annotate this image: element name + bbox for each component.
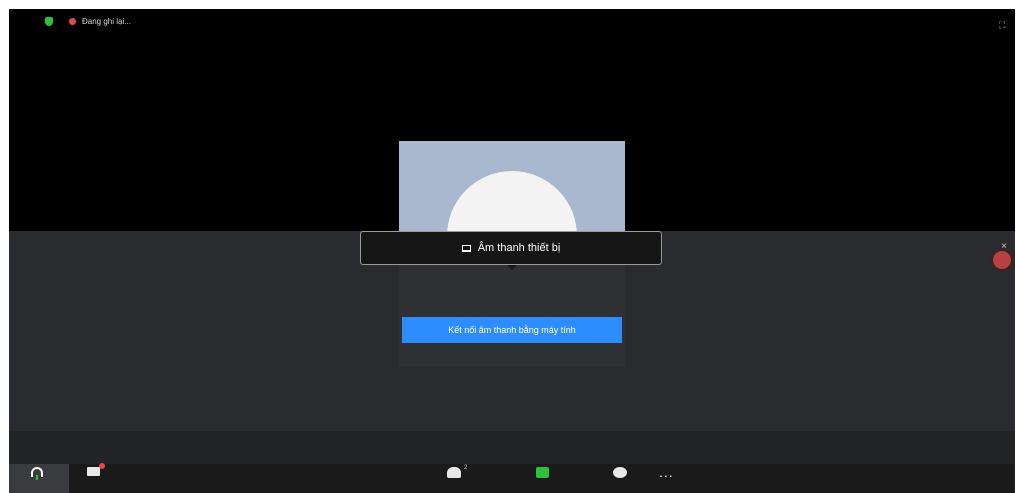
camera-icon [87, 463, 105, 476]
shield-icon[interactable] [45, 17, 53, 26]
join-computer-audio-button[interactable]: Kết nối âm thanh bằng máy tính [402, 317, 622, 343]
audio-device-popover[interactable]: Âm thanh thiết bị [360, 231, 662, 265]
participants-button[interactable]: 2 [447, 465, 467, 478]
chat-icon [613, 467, 627, 478]
meeting-window: Đang ghi lại... ⛶ Âm thanh thiết bị Kết … [9, 9, 1015, 493]
more-button[interactable]: ... [659, 464, 674, 480]
audio-item[interactable] [31, 467, 43, 480]
laptop-icon [461, 244, 471, 252]
popover-arrow [507, 265, 517, 270]
meeting-toolbar: 2 ... [9, 463, 1015, 493]
recording-status: Đang ghi lại... [45, 17, 131, 26]
share-screen-button[interactable] [536, 467, 549, 478]
record-dot-icon [69, 18, 76, 25]
recording-label: Đang ghi lại... [82, 17, 131, 26]
fullscreen-icon[interactable]: ⛶ [999, 21, 1007, 30]
audio-button[interactable] [9, 464, 69, 493]
participants-count: 2 [464, 465, 468, 471]
video-off-badge [99, 463, 105, 469]
share-screen-icon [536, 467, 549, 478]
video-button[interactable] [87, 463, 105, 476]
more-icon: ... [659, 464, 674, 480]
side-panel-toggle[interactable] [991, 249, 1013, 271]
chat-button[interactable] [613, 467, 627, 478]
audio-device-label: Âm thanh thiết bị [477, 242, 561, 254]
headset-icon [31, 467, 43, 480]
people-icon [447, 467, 461, 478]
